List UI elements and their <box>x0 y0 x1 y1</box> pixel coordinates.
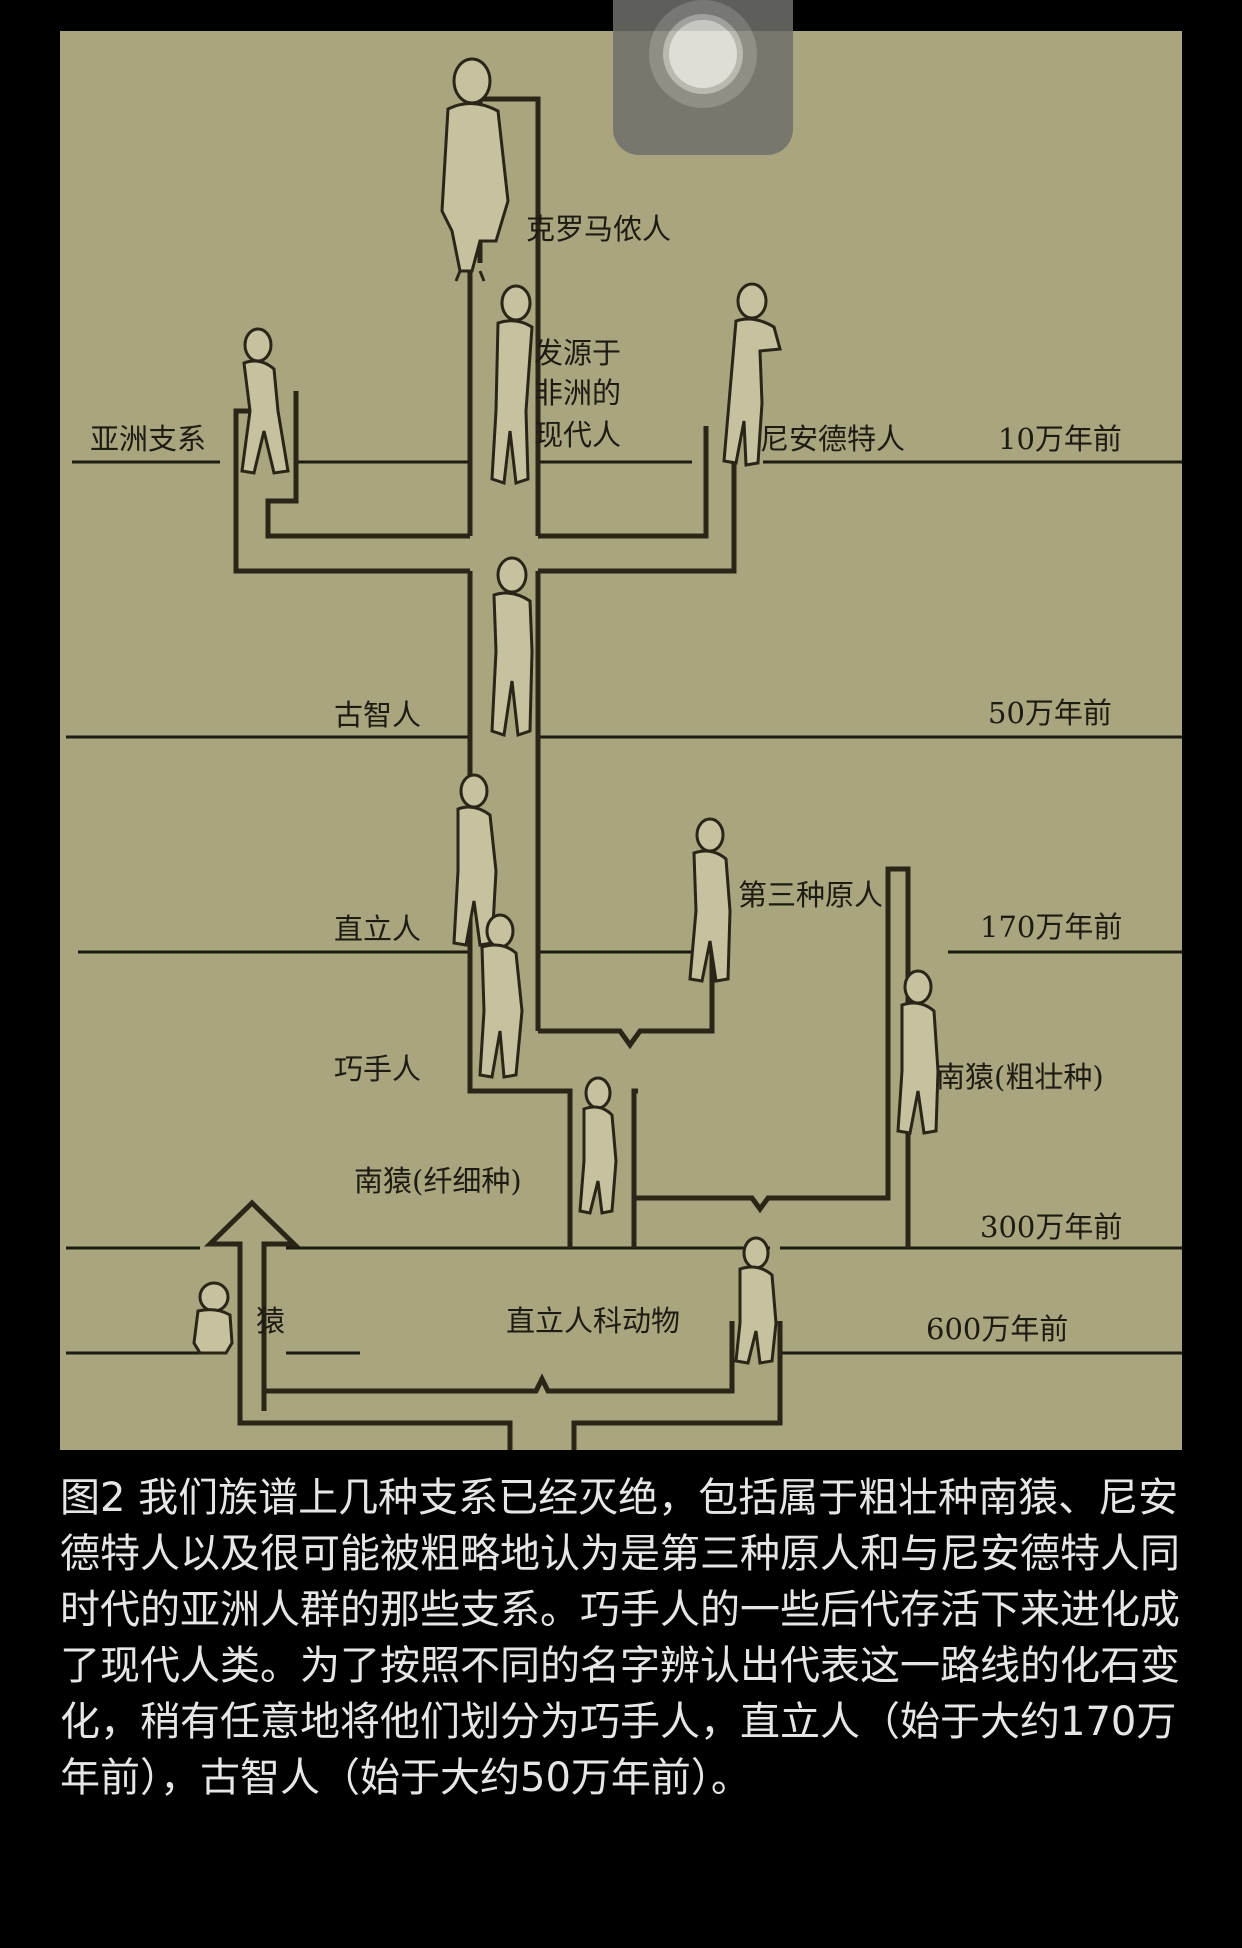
asian-branch-figure <box>240 327 290 475</box>
label-ape: 猿 <box>256 1304 285 1338</box>
trunk-base <box>237 1244 513 1450</box>
hominid-figures <box>192 57 940 1365</box>
label-cro-magnon: 克罗马侬人 <box>526 212 671 246</box>
gracile-australopithecus-figure <box>578 1076 618 1215</box>
label-african-modern-3: 现代人 <box>534 418 621 452</box>
time-label-600wan: 600万年前 <box>926 1312 1068 1346</box>
label-african-modern-1: 发源于 <box>534 336 621 370</box>
label-archaic-sapiens: 古智人 <box>334 698 421 732</box>
cro-magnon-figure <box>440 57 510 282</box>
time-label-10wan: 10万年前 <box>998 422 1122 456</box>
label-african-modern-2: 非洲的 <box>534 376 621 410</box>
hominid-family-figure <box>734 1236 778 1365</box>
assistive-touch-inner <box>669 20 737 88</box>
label-homo-habilis: 巧手人 <box>334 1052 421 1086</box>
time-label-300wan: 300万年前 <box>980 1210 1122 1244</box>
branch-300-left <box>467 1051 573 1248</box>
label-robust-australopithecus: 南猿(粗壮种) <box>936 1060 1104 1094</box>
evolution-diagram: 克罗马侬人 发源于 非洲的 现代人 亚洲支系 尼安德特人 古智人 第三种原人 直… <box>60 31 1182 1450</box>
label-third-hominid: 第三种原人 <box>738 878 883 912</box>
label-homo-erectus: 直立人 <box>334 912 421 946</box>
label-neanderthal: 尼安德特人 <box>760 422 905 456</box>
label-gracile-australopithecus: 南猿(纤细种) <box>354 1164 522 1198</box>
time-label-50wan: 50万年前 <box>988 696 1112 730</box>
ape-figure <box>192 1281 234 1355</box>
african-modern-figure <box>490 284 534 486</box>
archaic-sapiens-figure <box>490 556 534 738</box>
label-hominid-family: 直立人科动物 <box>506 1304 680 1338</box>
third-hominid-branch <box>538 911 715 1050</box>
time-labels: 10万年前 50万年前 170万年前 300万年前 600万年前 <box>926 422 1122 1346</box>
label-asian-branch: 亚洲支系 <box>90 422 206 456</box>
time-label-170wan: 170万年前 <box>980 910 1122 944</box>
robust-branch <box>631 866 911 1248</box>
assistive-touch-button[interactable] <box>613 0 793 155</box>
robust-australopithecus-figure <box>896 969 940 1135</box>
evolution-diagram-svg: 克罗马侬人 发源于 非洲的 现代人 亚洲支系 尼安德特人 古智人 第三种原人 直… <box>66 57 1182 1450</box>
figure-caption: 图2 我们族谱上几种支系已经灭绝，包括属于粗壮种南猿、尼安德特人以及很可能被粗略… <box>60 1475 1180 1801</box>
